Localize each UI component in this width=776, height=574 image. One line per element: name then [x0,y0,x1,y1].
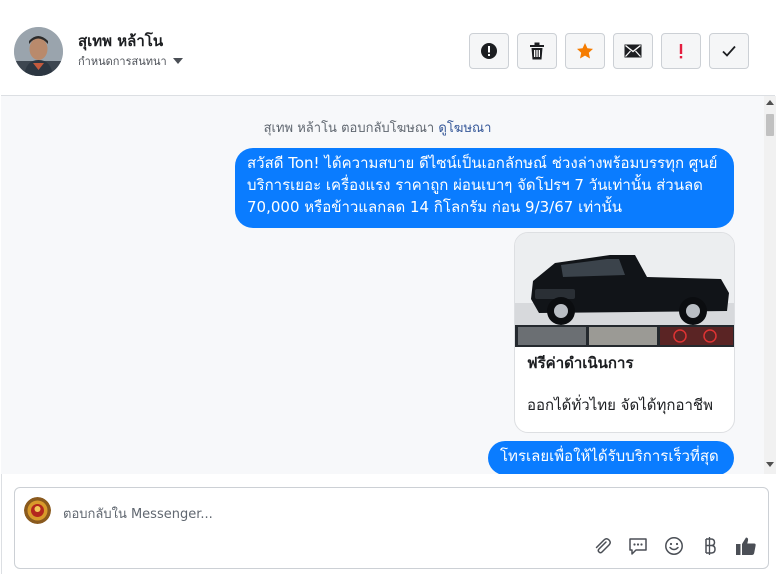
card-title: ฟรีค่าดำเนินการ [527,354,634,372]
scroll-down-arrow-icon[interactable] [766,462,774,467]
trash-icon [530,42,544,60]
outgoing-message: สวัสดี Ton! ได้ความสบาย ดีไซน์เป็นเอกลัก… [235,148,734,228]
reply-composer[interactable]: ตอบกลับใน Messenger... [14,487,769,569]
delete-button[interactable] [517,33,557,69]
ad-card[interactable]: ฟรีค่าดำเนินการ ออกได้ทั่วไทย จัดได้ทุกอ… [514,232,735,433]
page-avatar [24,497,51,524]
star-button[interactable] [565,33,605,69]
paperclip-icon[interactable] [590,535,614,557]
baht-payment-icon[interactable] [698,535,722,557]
mark-important-button[interactable] [661,33,701,69]
mark-spam-button[interactable] [469,33,509,69]
reply-input[interactable]: ตอบกลับใน Messenger... [63,503,213,524]
exclamation-icon [679,44,683,59]
thread-scrollbar[interactable] [764,96,776,474]
view-ad-link[interactable]: ดูโฆษณา [438,121,491,136]
scroll-up-arrow-icon[interactable] [766,100,774,105]
star-icon [577,43,593,59]
mark-done-button[interactable] [709,33,749,69]
mark-unread-button[interactable] [613,33,653,69]
assign-conversation-dropdown[interactable]: กำหนดการสนทนา [78,52,183,70]
ad-reply-notice: สุเทพ หล้าโน ตอบกลับโฆษณา ดูโฆษณา [1,117,754,138]
scrollbar-thumb[interactable] [766,114,774,136]
exclamation-circle-icon [481,43,497,59]
outgoing-message: โทรเลยเพื่อให้ได้รับบริการเร็วที่สุด [488,441,734,474]
contact-avatar[interactable] [14,27,63,76]
thumbs-up-icon[interactable] [734,535,758,557]
message-thread[interactable]: สุเทพ หล้าโน ตอบกลับโฆษณา ดูโฆษณา สวัสดี… [1,96,764,474]
contact-name[interactable]: สุเทพ หล้าโน [78,29,163,53]
emoji-icon[interactable] [662,535,686,557]
car-photo [515,233,734,347]
envelope-icon [624,44,642,58]
conversation-header: สุเทพ หล้าโน กำหนดการสนทนา [1,6,775,96]
caret-down-icon [172,58,183,64]
checkmark-icon [722,45,736,57]
card-description: ออกได้ทั่วไทย จัดได้ทุกอาชีพ [527,396,713,414]
assign-conversation-label: กำหนดการสนทนา [78,55,167,68]
ad-reply-text: สุเทพ หล้าโน ตอบกลับโฆษณา [263,121,435,136]
saved-replies-icon[interactable] [626,535,650,557]
